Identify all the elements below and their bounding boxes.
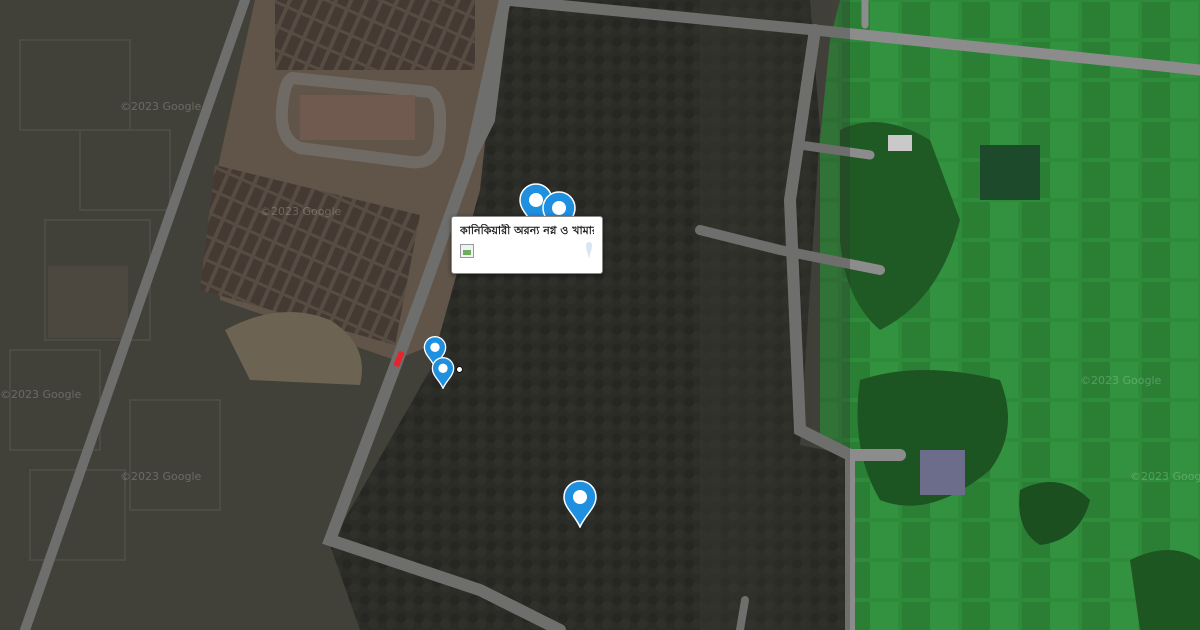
- location-pin-icon: [431, 357, 455, 389]
- popup-pin-icon[interactable]: [586, 239, 592, 259]
- building-roof-2: [888, 135, 912, 151]
- broken-image-icon: [460, 244, 474, 258]
- map-marker-5[interactable]: [562, 480, 598, 528]
- satellite-map[interactable]: [0, 0, 1200, 630]
- location-pin-icon: [563, 480, 597, 528]
- pond: [980, 145, 1040, 200]
- map-marker-4[interactable]: [431, 357, 455, 389]
- popup-title: কানিকিয়ারী অরন্য নগ্ন ও খামার বাড়ি: [460, 224, 594, 237]
- current-point-dot[interactable]: [456, 366, 463, 373]
- building-roof: [920, 450, 965, 495]
- dim-overlay: [0, 0, 850, 630]
- info-popup[interactable]: কানিকিয়ারী অরন্য নগ্ন ও খামার বাড়ি: [451, 216, 603, 274]
- tree-cluster-4: [1130, 550, 1200, 630]
